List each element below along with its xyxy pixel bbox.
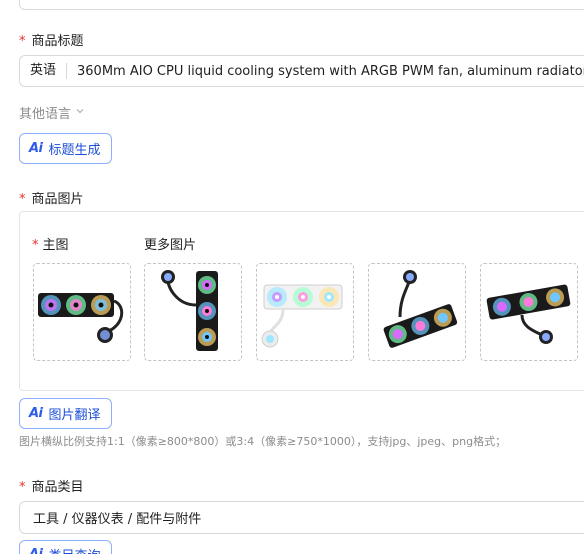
required-mark: *: [19, 192, 26, 207]
other-language-label: 其他语言: [19, 107, 72, 122]
main-image-label: * 主图: [32, 238, 69, 253]
more-image-thumbnail-1[interactable]: [144, 263, 242, 361]
cooler-image: [38, 293, 124, 343]
cooler-image: [261, 284, 343, 348]
image-format-hint: 图片横纵比例支持1:1（像素≥800*800）或3:4（像素≥750*1000）…: [19, 435, 507, 448]
cooler-image: [161, 270, 218, 351]
title-generate-button[interactable]: Ai 标题生成: [19, 133, 112, 164]
ai-icon: Ai: [29, 406, 43, 421]
language-tag[interactable]: 英语: [20, 63, 68, 79]
image-translate-button[interactable]: Ai 图片翻译: [19, 398, 112, 429]
image-translate-label: 图片翻译: [48, 408, 101, 423]
category-query-label: 类目查询: [49, 545, 101, 554]
title-input[interactable]: 英语 360Mm AIO CPU liquid cooling system w…: [19, 55, 584, 87]
images-panel: * 主图 更多图片: [19, 211, 584, 391]
category-field-label: * 商品类目: [19, 480, 84, 495]
cooler-image: [383, 270, 458, 348]
title-field-label: * 商品标题: [19, 34, 84, 49]
images-field-label: * 商品图片: [19, 192, 84, 207]
required-mark: *: [19, 480, 26, 495]
more-images-label: 更多图片: [144, 238, 197, 253]
main-image-thumbnail[interactable]: [33, 263, 131, 361]
chevron-down-icon: [75, 106, 85, 119]
other-language-toggle[interactable]: 其他语言: [19, 103, 85, 122]
more-image-thumbnail-2[interactable]: [256, 263, 354, 361]
ai-icon: Ai: [29, 546, 43, 554]
previous-field-input[interactable]: [19, 0, 584, 10]
category-select[interactable]: 工具 / 仪器仪表 / 配件与附件: [19, 501, 584, 534]
cooler-image: [486, 284, 571, 344]
more-image-thumbnail-4[interactable]: [480, 263, 578, 361]
category-query-button[interactable]: Ai 类目查询: [19, 540, 112, 554]
more-image-thumbnail-3[interactable]: [368, 263, 466, 361]
title-generate-label: 标题生成: [48, 143, 101, 158]
required-mark: *: [19, 34, 26, 49]
ai-icon: Ai: [29, 141, 43, 156]
title-value: 360Mm AIO CPU liquid cooling system with…: [77, 63, 584, 79]
required-mark: *: [32, 238, 39, 253]
